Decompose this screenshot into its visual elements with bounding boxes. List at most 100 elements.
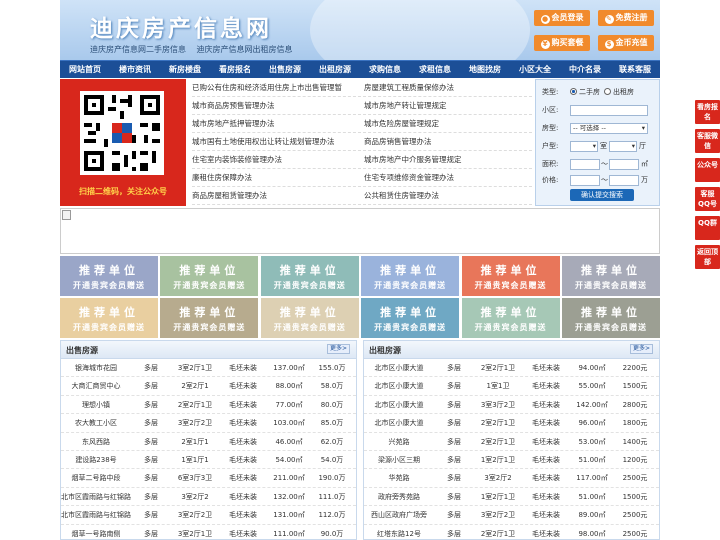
nav-home[interactable]: 网站首页 bbox=[60, 61, 110, 78]
rent-more-link[interactable]: 更多> bbox=[629, 344, 653, 354]
policy-link[interactable]: 城市房地产抵押管理办法 bbox=[192, 115, 364, 132]
price-min-input[interactable] bbox=[570, 174, 600, 186]
listing-community[interactable]: 理想小镇 bbox=[61, 396, 131, 413]
table-row[interactable]: 梁源小区三期 多层 1室2厅1卫 毛坯未装 51.00㎡ 1200元 bbox=[364, 451, 659, 470]
type-radio-sale[interactable]: 二手房 bbox=[570, 87, 600, 97]
listing-community[interactable]: 梁源小区三期 bbox=[364, 451, 434, 468]
search-submit-button[interactable]: 确认提交搜索 bbox=[570, 189, 634, 201]
nav-for-rent[interactable]: 出租房源 bbox=[310, 61, 360, 78]
table-row[interactable]: 烟草一号路南侧 多层 3室2厅1卫 毛坯未装 111.00㎡ 90.0万 bbox=[61, 525, 356, 539]
table-row[interactable]: 东风西路 多层 2室1厅1 毛坯未装 46.00㎡ 62.0万 bbox=[61, 433, 356, 451]
nav-news[interactable]: 楼市资讯 bbox=[110, 61, 160, 78]
policy-link[interactable]: 廉租住房保障办法 bbox=[192, 169, 364, 186]
table-row[interactable]: 农大教工小区 多层 3室2厅2卫 毛坯未装 103.00㎡ 85.0万 bbox=[61, 414, 356, 433]
policy-link[interactable]: 住宅室内装饰装修管理办法 bbox=[192, 151, 364, 168]
table-row[interactable]: 北市区小康大道 多层 2室2厅1卫 毛坯未装 94.00㎡ 2200元 bbox=[364, 359, 659, 378]
recommend-unit-tile[interactable]: 推荐单位 开通贵宾会员赠送 bbox=[561, 298, 660, 338]
listing-community[interactable]: 北市区小康大道 bbox=[364, 414, 434, 431]
login-button[interactable]: ● 会员登录 bbox=[534, 10, 590, 26]
recommend-unit-tile[interactable]: 推荐单位 开通贵宾会员赠送 bbox=[260, 298, 359, 338]
policy-link[interactable]: 商品房屋租赁管理办法 bbox=[192, 187, 364, 204]
listing-community[interactable]: 北市区霞雨路与红锦路 bbox=[61, 488, 131, 505]
table-row[interactable]: 北市区霞雨路与红锦路 多层 3室2厅2 毛坯未装 132.00㎡ 111.0万 bbox=[61, 488, 356, 507]
listing-community[interactable]: 红塔东路12号 bbox=[364, 525, 434, 539]
float-back-to-top[interactable]: 返回顶部 bbox=[695, 245, 720, 269]
recommend-unit-tile[interactable]: 推荐单位 开通贵宾会员赠送 bbox=[361, 256, 460, 296]
policy-link[interactable]: 房屋建筑工程质量保修办法 bbox=[364, 79, 532, 96]
recommend-unit-tile[interactable]: 推荐单位 开通贵宾会员赠送 bbox=[260, 256, 359, 296]
nav-viewing-signup[interactable]: 看房报名 bbox=[210, 61, 260, 78]
table-row[interactable]: 红塔东路12号 多层 2室2厅1卫 毛坯未装 98.00㎡ 2500元 bbox=[364, 525, 659, 539]
policy-link[interactable]: 公共租赁住房管理办法 bbox=[364, 187, 532, 204]
community-input[interactable] bbox=[570, 104, 648, 116]
house-type-select[interactable]: -- 可选择 -- ▾ bbox=[570, 122, 648, 134]
nav-communities[interactable]: 小区大全 bbox=[510, 61, 560, 78]
listing-community[interactable]: 西山区政府广场旁 bbox=[364, 506, 434, 523]
type-radio-rent[interactable]: 出租房 bbox=[604, 87, 634, 97]
recommend-unit-tile[interactable]: 推荐单位 开通贵宾会员赠送 bbox=[461, 256, 560, 296]
listing-community[interactable]: 北市区小康大道 bbox=[364, 377, 434, 394]
sale-more-link[interactable]: 更多> bbox=[326, 344, 350, 354]
listing-community[interactable]: 兴苑路 bbox=[364, 433, 434, 450]
policy-link[interactable]: 已购公有住房和经济适用住房上市出售管理暂 bbox=[192, 79, 364, 96]
site-title[interactable]: 迪庆房产信息网 bbox=[90, 9, 272, 43]
hall-select[interactable]: ▾ bbox=[609, 140, 637, 152]
table-row[interactable]: 烟草二号路中段 多层 6室3厅3卫 毛坯未装 211.00㎡ 190.0万 bbox=[61, 469, 356, 488]
policy-link[interactable]: 城市房地产转让管理规定 bbox=[364, 97, 532, 114]
nav-for-sale[interactable]: 出售房源 bbox=[260, 61, 310, 78]
recommend-unit-tile[interactable]: 推荐单位 开通贵宾会员赠送 bbox=[60, 256, 158, 296]
policy-link[interactable]: 城市商品房预售管理办法 bbox=[192, 97, 364, 114]
nav-wanted-rent[interactable]: 求租信息 bbox=[410, 61, 460, 78]
float-viewing-signup[interactable]: 看房报名 bbox=[695, 100, 720, 124]
table-row[interactable]: 西山区政府广场旁 多层 3室2厅2卫 毛坯未装 89.00㎡ 2500元 bbox=[364, 506, 659, 525]
table-row[interactable]: 政府旁秀苑路 多层 1室2厅1卫 毛坯未装 51.00㎡ 1500元 bbox=[364, 488, 659, 507]
table-row[interactable]: 北市区小康大道 多层 2室2厅1卫 毛坯未装 96.00㎡ 1800元 bbox=[364, 414, 659, 433]
recommend-unit-tile[interactable]: 推荐单位 开通贵宾会员赠送 bbox=[160, 298, 259, 338]
listing-community[interactable]: 银海城市花园 bbox=[61, 359, 131, 376]
table-row[interactable]: 兴苑路 多层 2室2厅1卫 毛坯未装 53.00㎡ 1400元 bbox=[364, 433, 659, 451]
table-row[interactable]: 北市区小康大道 多层 3室3厅2卫 毛坯未装 142.00㎡ 2800元 bbox=[364, 396, 659, 415]
nav-contact[interactable]: 联系客服 bbox=[610, 61, 660, 78]
float-service-wechat[interactable]: 客服微信 bbox=[695, 129, 720, 153]
policy-link[interactable]: 商品房销售管理办法 bbox=[364, 133, 532, 150]
listing-community[interactable]: 农大教工小区 bbox=[61, 414, 131, 431]
recommend-unit-tile[interactable]: 推荐单位 开通贵宾会员赠送 bbox=[361, 298, 460, 338]
table-row[interactable]: 北市区小康大道 多层 1室1卫 毛坯未装 55.00㎡ 1500元 bbox=[364, 377, 659, 396]
table-row[interactable]: 理想小镇 多层 2室2厅1卫 毛坯未装 77.00㎡ 80.0万 bbox=[61, 396, 356, 415]
table-row[interactable]: 北市区霞雨路与红锦路 多层 3室2厅2卫 毛坯未装 131.00㎡ 112.0万 bbox=[61, 506, 356, 525]
area-max-input[interactable] bbox=[609, 158, 639, 170]
recommend-unit-tile[interactable]: 推荐单位 开通贵宾会员赠送 bbox=[561, 256, 660, 296]
listing-community[interactable]: 烟草一号路南侧 bbox=[61, 525, 131, 539]
listing-community[interactable]: 政府旁秀苑路 bbox=[364, 488, 434, 505]
ad-banner[interactable] bbox=[60, 208, 660, 254]
listing-community[interactable]: 大商汇商贸中心 bbox=[61, 377, 131, 394]
nav-map[interactable]: 地图找房 bbox=[460, 61, 510, 78]
recommend-unit-tile[interactable]: 推荐单位 开通贵宾会员赠送 bbox=[461, 298, 560, 338]
float-official-account[interactable]: 公众号 bbox=[695, 158, 720, 182]
listing-community[interactable]: 北市区霞雨路与红锦路 bbox=[61, 506, 131, 523]
nav-new-homes[interactable]: 新房楼盘 bbox=[160, 61, 210, 78]
buy-package-button[interactable]: ¥ 购买套餐 bbox=[534, 35, 590, 51]
area-min-input[interactable] bbox=[570, 158, 600, 170]
recommend-unit-tile[interactable]: 推荐单位 开通贵宾会员赠送 bbox=[60, 298, 158, 338]
table-row[interactable]: 大商汇商贸中心 多层 2室2厅1 毛坯未装 88.00㎡ 58.0万 bbox=[61, 377, 356, 396]
policy-link[interactable]: 城市国有土地使用权出让转让规划管理办法 bbox=[192, 133, 364, 150]
float-service-qq[interactable]: 客服QQ号 bbox=[695, 187, 720, 211]
recommend-unit-tile[interactable]: 推荐单位 开通贵宾会员赠送 bbox=[160, 256, 259, 296]
listing-community[interactable]: 北市区小康大道 bbox=[364, 396, 434, 413]
float-qq-group[interactable]: QQ群 bbox=[695, 216, 720, 240]
nav-wanted-buy[interactable]: 求购信息 bbox=[360, 61, 410, 78]
price-max-input[interactable] bbox=[609, 174, 639, 186]
register-button[interactable]: ✎ 免费注册 bbox=[598, 10, 654, 26]
table-row[interactable]: 建设路238号 多层 1室1厅1 毛坯未装 54.00㎡ 54.0万 bbox=[61, 451, 356, 470]
policy-link[interactable]: 城市房地产中介服务管理规定 bbox=[364, 151, 532, 168]
listing-community[interactable]: 华苑路 bbox=[364, 469, 434, 486]
listing-community[interactable]: 北市区小康大道 bbox=[364, 359, 434, 376]
policy-link[interactable]: 住宅专项维修资金管理办法 bbox=[364, 169, 532, 186]
listing-community[interactable]: 建设路238号 bbox=[61, 451, 131, 468]
room-select[interactable]: ▾ bbox=[570, 140, 598, 152]
table-row[interactable]: 银海城市花园 多层 3室2厅1卫 毛坯未装 137.00㎡ 155.0万 bbox=[61, 359, 356, 378]
nav-agencies[interactable]: 中介名录 bbox=[560, 61, 610, 78]
policy-link[interactable]: 城市危险房屋管理规定 bbox=[364, 115, 532, 132]
table-row[interactable]: 华苑路 多层 3室2厅2 毛坯未装 117.00㎡ 2500元 bbox=[364, 469, 659, 488]
